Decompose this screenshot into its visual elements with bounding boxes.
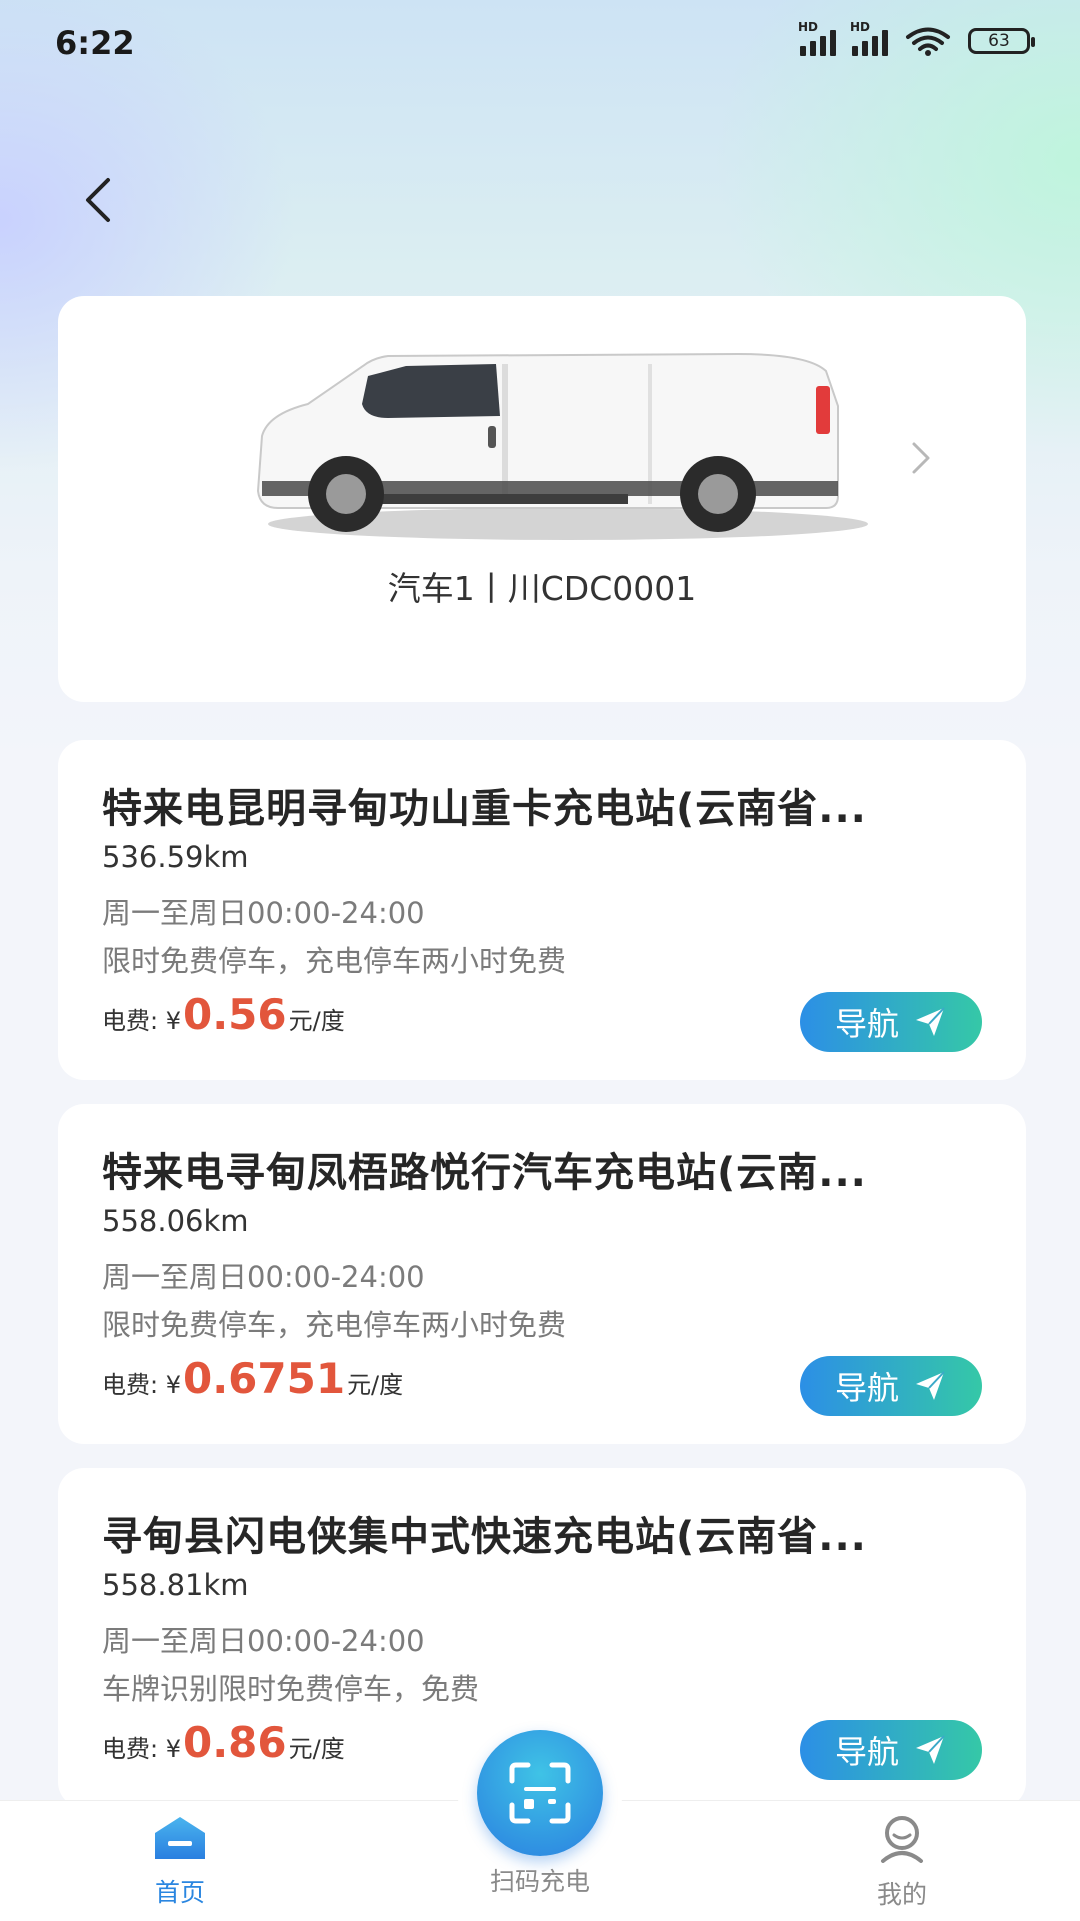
send-arrow-icon	[916, 1371, 945, 1400]
navigate-label: 导航	[834, 1733, 899, 1771]
fee-unit: 元/度	[288, 1007, 345, 1035]
wifi-icon	[906, 27, 950, 56]
vehicle-card[interactable]: 汽车1丨川CDC0001	[58, 296, 1026, 702]
station-parking-note: 车牌识别限时免费停车，免费	[102, 1672, 480, 1706]
station-card[interactable]: 特来电昆明寻甸功山重卡充电站(云南省... 536.59km 周一至周日00:0…	[58, 740, 1026, 1080]
status-time: 6:22	[55, 24, 135, 62]
chevron-left-icon	[86, 178, 110, 222]
fee-label: 电费: ¥	[102, 1735, 181, 1763]
fee-label: 电费: ¥	[102, 1371, 181, 1399]
navigate-button[interactable]: 导航	[800, 992, 982, 1052]
station-parking-note: 限时免费停车，充电停车两小时免费	[102, 944, 567, 978]
station-distance: 558.06km	[102, 1204, 249, 1238]
station-distance: 536.59km	[102, 840, 249, 874]
station-name: 寻甸县闪电侠集中式快速充电站(云南省...	[102, 1514, 867, 1560]
vehicle-caption: 汽车1丨川CDC0001	[387, 569, 697, 608]
fee-value: 0.56	[182, 990, 287, 1039]
signal-icon: HD	[798, 20, 836, 56]
station-card[interactable]: 特来电寻甸凤梧路悦行汽车充电站(云南... 558.06km 周一至周日00:0…	[58, 1104, 1026, 1444]
back-button[interactable]	[70, 170, 130, 230]
station-hours: 周一至周日00:00-24:00	[102, 1624, 425, 1658]
station-fee: 电费: ¥ 0.86 元/度	[102, 1718, 345, 1767]
station-parking-note: 限时免费停车，充电停车两小时免费	[102, 1308, 567, 1342]
station-hours: 周一至周日00:00-24:00	[102, 896, 425, 930]
home-icon	[155, 1817, 205, 1859]
battery-icon: 63	[968, 28, 1035, 54]
tab-scan-label: 扫码充电	[489, 1867, 590, 1896]
tab-mine-label: 我的	[876, 1880, 927, 1909]
navigate-label: 导航	[834, 1369, 899, 1407]
station-name: 特来电昆明寻甸功山重卡充电站(云南省...	[102, 786, 867, 832]
status-bar: 6:22 HD HD 63	[0, 0, 1080, 90]
navigate-button[interactable]: 导航	[800, 1720, 982, 1780]
station-name: 特来电寻甸凤梧路悦行汽车充电站(云南...	[102, 1150, 867, 1196]
tab-mine[interactable]: 我的	[822, 1815, 982, 1911]
vehicle-image	[256, 352, 868, 540]
status-icons: HD HD 63	[798, 20, 1035, 56]
station-distance: 558.81km	[102, 1568, 249, 1602]
station-hours: 周一至周日00:00-24:00	[102, 1260, 425, 1294]
send-arrow-icon	[916, 1007, 945, 1036]
tab-home-label: 首页	[154, 1878, 205, 1907]
tab-home[interactable]: 首页	[100, 1815, 260, 1909]
send-arrow-icon	[916, 1735, 945, 1764]
fee-label: 电费: ¥	[102, 1007, 181, 1035]
profile-icon	[881, 1816, 923, 1863]
scan-button[interactable]	[477, 1730, 603, 1856]
navigate-button[interactable]: 导航	[800, 1356, 982, 1416]
chevron-right-icon[interactable]	[906, 438, 936, 478]
signal-icon: HD	[850, 20, 888, 56]
fee-value: 0.6751	[182, 1354, 346, 1403]
scan-icon	[509, 1762, 571, 1824]
fee-unit: 元/度	[347, 1371, 404, 1399]
station-fee: 电费: ¥ 0.6751 元/度	[102, 1354, 403, 1403]
tab-scan-charge[interactable]: 扫码充电	[458, 1722, 622, 1898]
fee-unit: 元/度	[288, 1735, 345, 1763]
navigate-label: 导航	[834, 1005, 899, 1043]
station-fee: 电费: ¥ 0.56 元/度	[102, 990, 345, 1039]
fee-value: 0.86	[182, 1718, 287, 1767]
